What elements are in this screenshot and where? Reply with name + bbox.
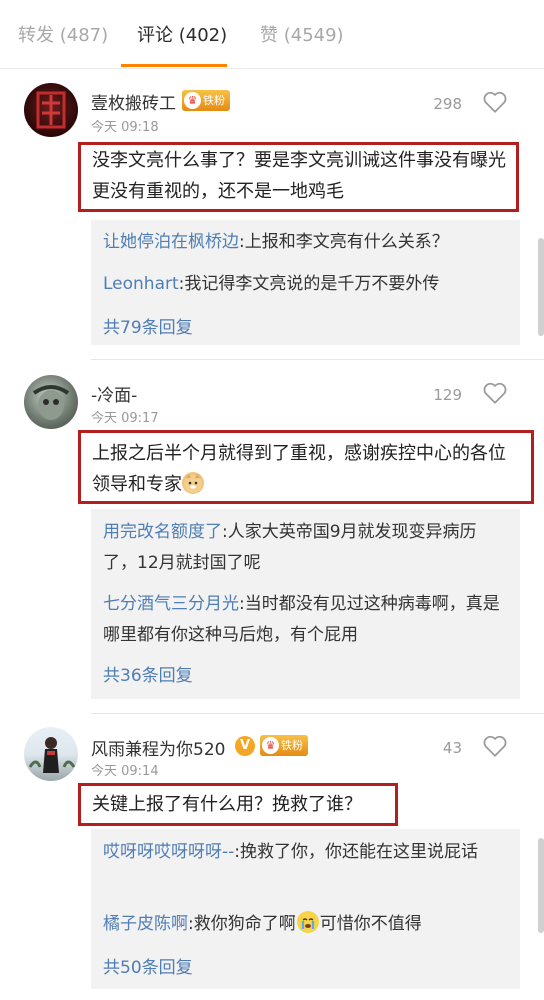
avatar[interactable] bbox=[24, 375, 78, 429]
crown-icon: ♛ bbox=[262, 737, 279, 754]
reply-username[interactable]: 哎呀呀哎呀呀呀-- bbox=[103, 842, 234, 862]
reply-text: :挽救了你，你还能在这里说屁话 bbox=[234, 842, 479, 862]
reply-block: 用完改名额度了:人家大英帝国9月就发现变异病历了，12月就封国了呢 七分酒气三分… bbox=[91, 509, 520, 699]
comment-time: 今天 09:18 bbox=[91, 120, 159, 135]
username[interactable]: 壹枚搬砖工 bbox=[91, 89, 176, 114]
reply-item: 橘子皮陈啊:救你狗命了啊 可惜你不值得 bbox=[103, 909, 508, 940]
reply-text: :我记得李文亮说的是千万不要外传 bbox=[178, 274, 440, 294]
more-replies-link[interactable]: 共50条回复 bbox=[103, 953, 193, 978]
tab-comments[interactable]: 评论 (402) bbox=[137, 21, 227, 47]
heart-icon[interactable] bbox=[482, 734, 508, 758]
scrollbar-secondary[interactable] bbox=[538, 838, 544, 933]
reply-username[interactable]: 让她停泊在枫桥边 bbox=[103, 232, 239, 252]
verified-icon: V bbox=[235, 736, 255, 756]
reply-item: Leonhart:我记得李文亮说的是千万不要外传 bbox=[103, 269, 508, 300]
reply-username[interactable]: 用完改名额度了 bbox=[103, 522, 222, 542]
like-count: 298 bbox=[433, 95, 462, 113]
crown-icon: ♛ bbox=[184, 92, 201, 109]
more-replies-link[interactable]: 共79条回复 bbox=[103, 313, 193, 338]
divider bbox=[91, 359, 544, 360]
tab-likes[interactable]: 赞 (4549) bbox=[260, 21, 344, 47]
username[interactable]: -冷面- bbox=[91, 381, 137, 406]
reply-text: 可惜你不值得 bbox=[319, 914, 422, 934]
tab-bar: 转发 (487) 评论 (402) 赞 (4549) bbox=[0, 0, 544, 69]
reply-item: 用完改名额度了:人家大英帝国9月就发现变异病历了，12月就封国了呢 bbox=[103, 517, 508, 579]
like-count: 129 bbox=[433, 386, 462, 404]
crying-emoji-icon bbox=[296, 911, 319, 933]
highlight-box bbox=[78, 430, 534, 504]
reply-block: 哎呀呀哎呀呀呀--:挽救了你，你还能在这里说屁话 橘子皮陈啊:救你狗命了啊 可惜你… bbox=[91, 829, 520, 989]
heart-icon[interactable] bbox=[482, 90, 508, 114]
reply-item: 让她停泊在枫桥边:上报和李文亮有什么关系？ bbox=[103, 227, 508, 258]
reply-username[interactable]: Leonhart bbox=[103, 274, 179, 294]
reply-item: 七分酒气三分月光:当时都没有见过这种病毒啊，真是哪里都有你这种马后炮，有个屁用 bbox=[103, 589, 508, 651]
like-count: 43 bbox=[442, 739, 462, 757]
avatar[interactable] bbox=[24, 727, 78, 781]
reply-item: 哎呀呀哎呀呀呀--:挽救了你，你还能在这里说屁话 bbox=[103, 837, 508, 868]
fan-badge: ♛ 铁粉 bbox=[260, 735, 308, 756]
comment-time: 今天 09:17 bbox=[91, 411, 159, 426]
active-tab-indicator bbox=[121, 64, 227, 67]
avatar[interactable] bbox=[24, 83, 78, 137]
tab-reposts[interactable]: 转发 (487) bbox=[18, 21, 108, 47]
reply-username[interactable]: 橘子皮陈啊 bbox=[103, 914, 188, 934]
highlight-box bbox=[78, 783, 398, 826]
reply-text: :救你狗命了啊 bbox=[188, 914, 296, 934]
scrollbar[interactable] bbox=[538, 238, 544, 336]
fan-badge: ♛ 铁粉 bbox=[182, 90, 230, 111]
highlight-box bbox=[78, 142, 519, 212]
username[interactable]: 风雨兼程为你520 bbox=[91, 735, 225, 760]
reply-text: :上报和李文亮有什么关系？ bbox=[239, 232, 449, 252]
reply-username[interactable]: 七分酒气三分月光 bbox=[103, 594, 239, 614]
heart-icon[interactable] bbox=[482, 381, 508, 405]
divider bbox=[91, 713, 544, 714]
comment-time: 今天 09:14 bbox=[91, 764, 159, 779]
reply-block: 让她停泊在枫桥边:上报和李文亮有什么关系？ Leonhart:我记得李文亮说的是… bbox=[91, 220, 520, 345]
more-replies-link[interactable]: 共36条回复 bbox=[103, 661, 193, 686]
